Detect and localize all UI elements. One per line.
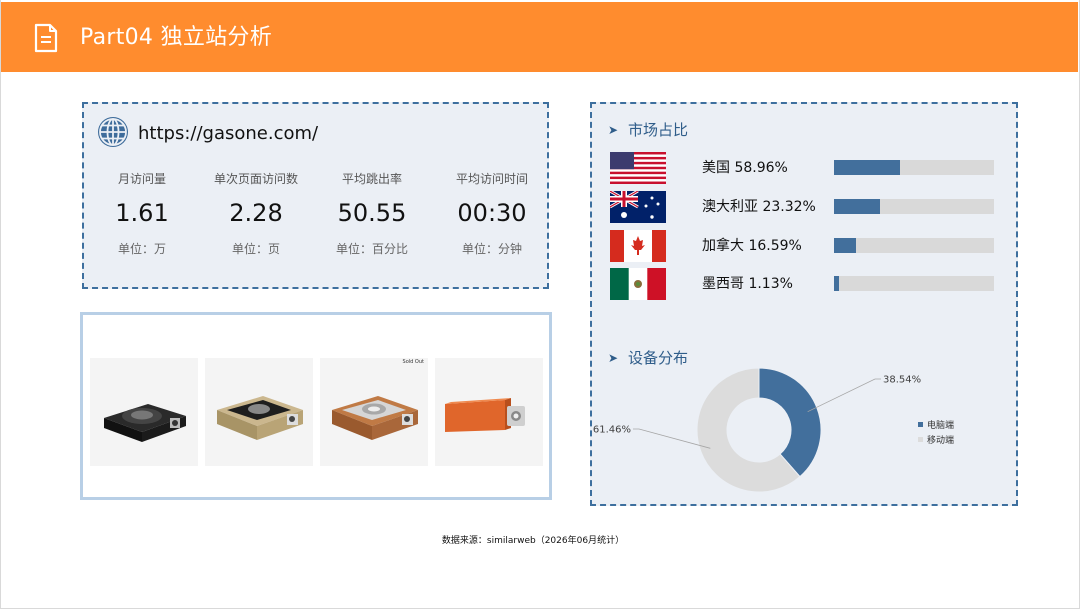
header-bar: Part04 独立站分析 [1,2,1078,72]
product-gallery: Sold Out [80,312,552,500]
donut-leader-line [807,378,881,413]
stat-pages-per-visit: 单次页面访问数 2.28 单位：页 [200,170,312,258]
stat-label: 平均访问时间 [455,172,528,186]
data-source-note: 数据来源：similarweb（2026年06月统计） [441,536,625,546]
product-image-case-orange[interactable] [435,358,543,466]
product-image-stove-copper[interactable]: Sold Out [320,358,428,466]
legend-swatch-desktop [918,422,923,427]
stat-unit: 单位：分钟 [461,242,522,256]
stat-value: 2.28 [229,199,283,227]
site-stats-panel: https://gasone.com/ 月访问量 1.61 单位：万 单次页面访… [82,102,549,289]
stat-unit: 单位：页 [231,242,280,256]
stat-monthly-visits: 月访问量 1.61 单位：万 [86,170,198,258]
stat-label: 平均跳出率 [341,172,402,186]
sold-out-badge: Sold Out [402,359,424,365]
legend-item-desktop: 电脑端 [918,420,954,432]
page-title: Part04 独立站分析 [80,25,273,50]
product-image-stove-gold[interactable] [205,358,313,466]
donut-data-label: 61.46% [593,425,631,436]
stat-avg-visit-time: 平均访问时间 00:30 单位：分钟 [436,170,548,258]
stat-unit: 单位：百分比 [335,242,408,256]
donut-data-label: 38.54% [883,375,921,386]
stat-unit: 单位：万 [117,242,166,256]
document-icon [34,23,58,53]
stat-value: 50.55 [337,199,407,227]
product-image-stove-black[interactable] [90,358,198,466]
legend-item-mobile: 移动端 [918,435,954,447]
site-url[interactable]: https://gasone.com/ [138,122,318,146]
donut-slice-desktop [758,367,822,478]
stat-label: 月访问量 [117,172,166,186]
legend-swatch-mobile [918,437,923,442]
stat-value: 00:30 [457,199,527,227]
stat-value: 1.61 [115,199,169,227]
stat-label: 单次页面访问数 [213,172,298,186]
legend-label: 移动端 [927,436,955,446]
globe-icon [98,117,128,147]
legend-label: 电脑端 [927,421,955,431]
stat-bounce-rate: 平均跳出率 50.55 单位：百分比 [316,170,428,258]
market-device-panel: ➤ 市场占比 美国 58.96% 澳大利亚 23.32% 加拿大 16.59% … [590,102,1018,506]
